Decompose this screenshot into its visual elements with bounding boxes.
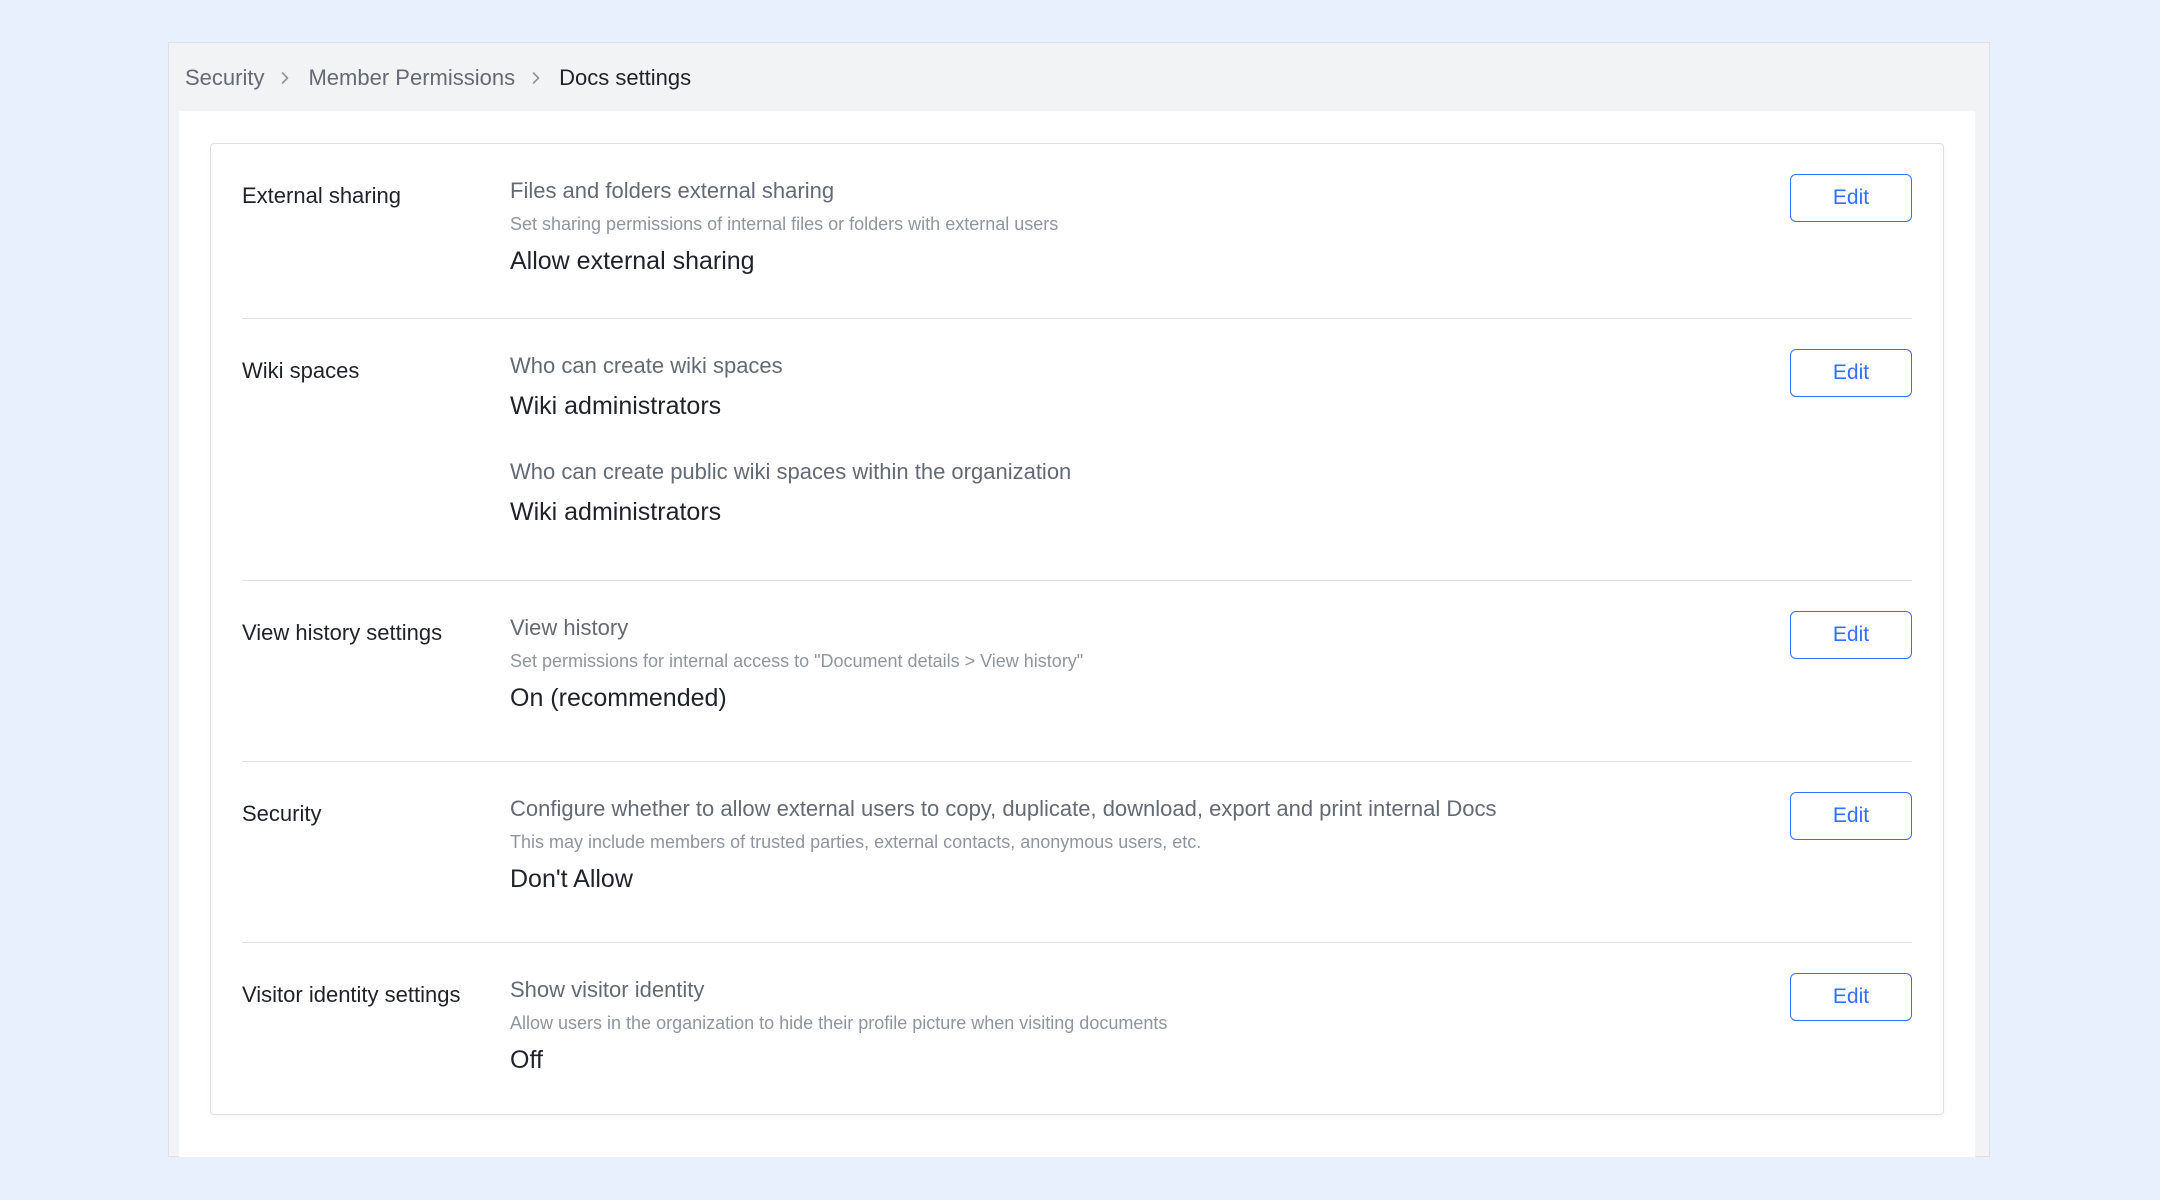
section-body: Show visitor identity Allow users in the… xyxy=(510,976,1710,1076)
setting-label: Who can create wiki spaces xyxy=(510,353,783,378)
setting-description: Set permissions for internal access to "… xyxy=(510,651,1084,671)
section-view-history-settings: View history settings View history Set p… xyxy=(242,581,1912,762)
setting-value: Wiki administrators xyxy=(510,392,722,420)
section-body: View history Set permissions for interna… xyxy=(510,614,1710,714)
setting-item: Configure whether to allow external user… xyxy=(510,795,1710,895)
setting-value: Don't Allow xyxy=(510,865,633,893)
section-security: Security Configure whether to allow exte… xyxy=(242,762,1912,943)
setting-label: Show visitor identity xyxy=(510,977,705,1002)
edit-visitor-identity-button[interactable]: Edit xyxy=(1790,973,1912,1021)
setting-label: Configure whether to allow external user… xyxy=(510,796,1497,821)
setting-description: Set sharing permissions of internal file… xyxy=(510,214,1059,234)
edit-security-button[interactable]: Edit xyxy=(1790,792,1912,840)
section-title: View history settings xyxy=(242,620,443,645)
section-body: Who can create wiki spaces Wiki administ… xyxy=(510,352,1710,528)
edit-external-sharing-button[interactable]: Edit xyxy=(1790,174,1912,222)
setting-description: Allow users in the organization to hide … xyxy=(510,1013,1168,1033)
section-title: Visitor identity settings xyxy=(242,982,461,1007)
docs-settings-card: External sharing Files and folders exter… xyxy=(210,143,1944,1115)
setting-label: Files and folders external sharing xyxy=(510,178,835,203)
section-body: Files and folders external sharing Set s… xyxy=(510,177,1710,277)
breadcrumb: Security Member Permissions Docs setting… xyxy=(185,43,691,113)
setting-label: View history xyxy=(510,615,629,640)
breadcrumb-member-permissions[interactable]: Member Permissions xyxy=(308,65,515,91)
setting-value: Off xyxy=(510,1046,543,1074)
chevron-right-icon xyxy=(529,71,543,85)
setting-item: Files and folders external sharing Set s… xyxy=(510,177,1710,277)
settings-window: Security Member Permissions Docs setting… xyxy=(168,42,1990,1157)
section-wiki-spaces: Wiki spaces Who can create wiki spaces W… xyxy=(242,319,1912,581)
setting-value: On (recommended) xyxy=(510,684,727,712)
setting-description: This may include members of trusted part… xyxy=(510,832,1202,852)
section-title: Wiki spaces xyxy=(242,358,360,383)
content-area: External sharing Files and folders exter… xyxy=(179,111,1975,1157)
section-body: Configure whether to allow external user… xyxy=(510,795,1710,895)
setting-value: Wiki administrators xyxy=(510,498,722,526)
edit-wiki-spaces-button[interactable]: Edit xyxy=(1790,349,1912,397)
setting-item: View history Set permissions for interna… xyxy=(510,614,1710,714)
setting-item: Show visitor identity Allow users in the… xyxy=(510,976,1710,1076)
breadcrumb-security[interactable]: Security xyxy=(185,65,264,91)
setting-item: Who can create public wiki spaces within… xyxy=(510,458,1710,528)
chevron-right-icon xyxy=(278,71,292,85)
breadcrumb-docs-settings: Docs settings xyxy=(559,65,692,90)
section-external-sharing: External sharing Files and folders exter… xyxy=(242,144,1912,319)
setting-value: Allow external sharing xyxy=(510,247,755,275)
edit-view-history-button[interactable]: Edit xyxy=(1790,611,1912,659)
section-visitor-identity-settings: Visitor identity settings Show visitor i… xyxy=(242,943,1912,1113)
setting-label: Who can create public wiki spaces within… xyxy=(510,459,1072,484)
section-title: Security xyxy=(242,801,322,826)
section-title: External sharing xyxy=(242,183,401,208)
setting-item: Who can create wiki spaces Wiki administ… xyxy=(510,352,1710,422)
